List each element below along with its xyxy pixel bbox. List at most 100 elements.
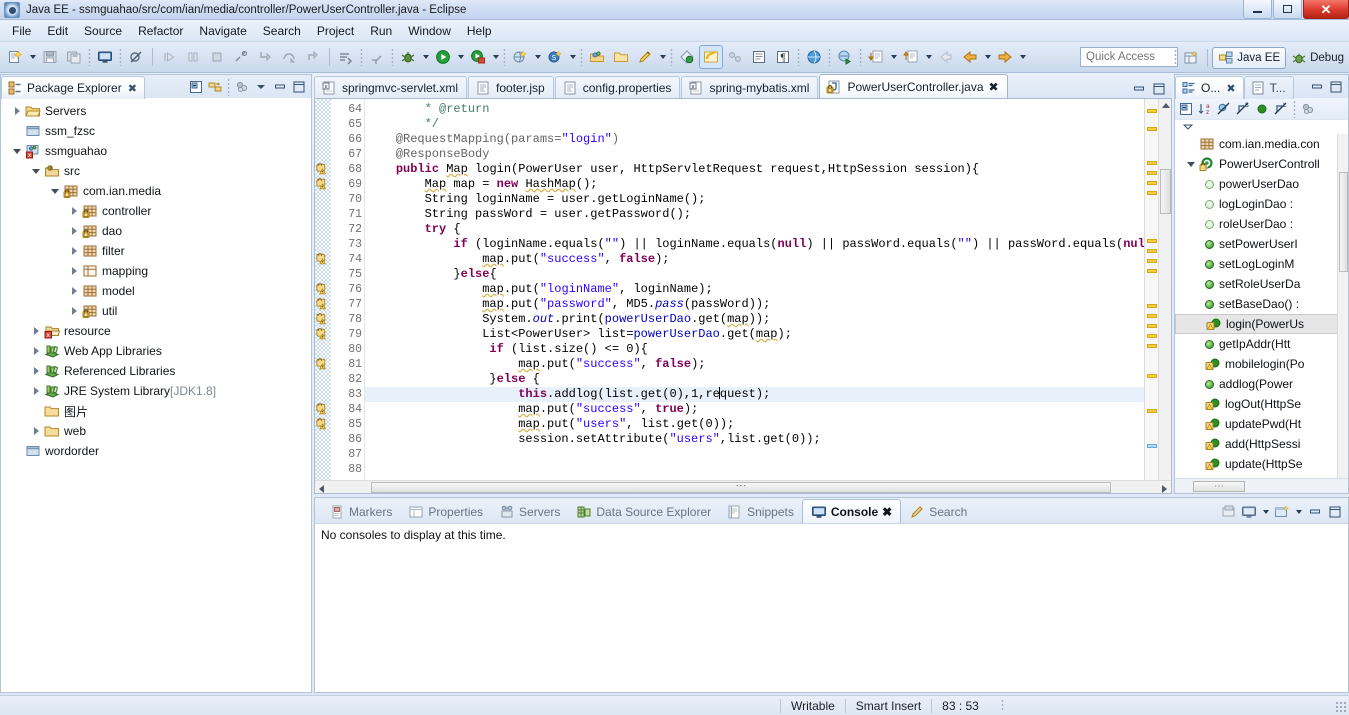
outline-item-loglogindao-[interactable]: logLoginDao : <box>1175 194 1348 214</box>
perspective-drag-handle[interactable] <box>1174 49 1177 67</box>
minimize-view-icon[interactable] <box>271 78 289 96</box>
disconnect-icon[interactable] <box>230 46 252 68</box>
outline-hscroll-thumb[interactable]: ⋯ <box>1193 481 1245 492</box>
outline-item-com-ian-media-con[interactable]: com.ian.media.con <box>1175 134 1348 154</box>
menu-item-project[interactable]: Project <box>309 22 362 40</box>
outline-sort-icon[interactable]: az <box>1196 100 1214 118</box>
outline-item-update-httpse[interactable]: update(HttpSe <box>1175 454 1348 474</box>
forward-dropdown-icon[interactable] <box>1017 46 1028 68</box>
menu-item-edit[interactable]: Edit <box>39 22 76 40</box>
package-explorer-item-web-app-libraries[interactable]: Web App Libraries <box>1 341 311 361</box>
outline-item-setroleuserda[interactable]: setRoleUserDa <box>1175 274 1348 294</box>
outline-item-add-httpsessi[interactable]: add(HttpSessi <box>1175 434 1348 454</box>
code-line[interactable]: List<PowerUser> list=powerUserDao.get(ma… <box>365 327 1171 342</box>
console-select-dropdown-icon[interactable] <box>1260 501 1271 523</box>
console-tab-close-icon[interactable]: ✖ <box>882 505 892 519</box>
tree-twisty-closed-icon[interactable] <box>66 303 82 319</box>
console-tab-properties[interactable]: Properties <box>400 500 491 523</box>
package-explorer-item-referenced-libraries[interactable]: Referenced Libraries <box>1 361 311 381</box>
outline-hide-static-icon[interactable]: S <box>1234 100 1252 118</box>
previous-annotation-icon[interactable] <box>366 46 388 68</box>
code-line[interactable]: }else { <box>365 372 1171 387</box>
tab-outline[interactable]: O... ✖ <box>1175 76 1244 99</box>
console-output[interactable]: No consoles to display at this time. <box>315 523 1348 692</box>
tree-twisty-closed-icon[interactable] <box>28 383 44 399</box>
run-on-server-icon[interactable] <box>834 46 856 68</box>
code-line[interactable]: map.put("success", false); <box>365 252 1171 267</box>
export-icon[interactable] <box>900 46 922 68</box>
toolbar-drag-handle-6[interactable] <box>580 48 583 66</box>
warning-marker-icon[interactable] <box>316 252 330 266</box>
warning-marker-icon[interactable] <box>316 327 330 341</box>
import-icon[interactable] <box>865 46 887 68</box>
open-perspective-icon[interactable] <box>1180 47 1202 69</box>
overview-ruler-mark[interactable] <box>1147 324 1157 328</box>
back-dropdown-icon[interactable] <box>982 46 993 68</box>
warning-marker-icon[interactable] <box>316 282 330 296</box>
editor-hscroll-thumb[interactable] <box>371 482 1111 493</box>
code-line[interactable]: * @return <box>365 102 1171 117</box>
overview-ruler-mark[interactable] <box>1147 444 1157 448</box>
warning-marker-icon[interactable] <box>316 357 330 371</box>
warning-marker-icon[interactable] <box>316 297 330 311</box>
menu-item-navigate[interactable]: Navigate <box>191 22 254 40</box>
step-over-icon[interactable] <box>278 46 300 68</box>
menu-item-file[interactable]: File <box>4 22 39 40</box>
next-annotation-icon[interactable] <box>335 46 357 68</box>
overview-ruler-mark[interactable] <box>1147 191 1157 195</box>
tree-twisty-closed-icon[interactable] <box>28 323 44 339</box>
code-line[interactable]: public Map login(PowerUser user, HttpSer… <box>365 162 1171 177</box>
outline-toolbar-drag-handle[interactable] <box>1293 100 1296 118</box>
warning-marker-icon[interactable] <box>316 162 330 176</box>
resume-icon[interactable] <box>158 46 180 68</box>
package-explorer-item-src[interactable]: src <box>1 161 311 181</box>
scroll-up-arrow-icon[interactable] <box>1162 103 1170 108</box>
tab-task-list[interactable]: T... <box>1244 76 1294 99</box>
code-line[interactable]: try { <box>365 222 1171 237</box>
new-console-dropdown-icon[interactable] <box>1293 501 1304 523</box>
outline-close-icon[interactable]: ✖ <box>1226 82 1235 95</box>
save-icon[interactable] <box>39 46 61 68</box>
overview-ruler-mark[interactable] <box>1147 314 1157 318</box>
new-class-dropdown-icon[interactable] <box>567 46 578 68</box>
editor-horizontal-scrollbar[interactable] <box>315 480 1171 493</box>
new-java-ee-project-icon[interactable] <box>509 46 531 68</box>
outline-hide-nonpublic-icon[interactable] <box>1253 100 1271 118</box>
editor-tab-powerusercontroller-java[interactable]: PowerUserController.java✖ <box>819 74 1007 98</box>
outline-item-roleuserdao-[interactable]: roleUserDao : <box>1175 214 1348 234</box>
outline-horizontal-scrollbar[interactable]: ⋯ <box>1175 478 1348 493</box>
minimize-button[interactable] <box>1243 0 1272 19</box>
debug-dropdown-icon[interactable] <box>420 46 431 68</box>
view-toolbar-drag-handle[interactable] <box>227 78 230 96</box>
code-line[interactable]: session.setAttribute("users",list.get(0)… <box>365 432 1171 447</box>
code-line[interactable]: map.put("password", MD5.pass(passWord)); <box>365 297 1171 312</box>
toolbar-drag-handle-2[interactable] <box>119 48 122 66</box>
open-console-view-icon[interactable] <box>1220 503 1238 521</box>
new-project-dropdown-icon[interactable] <box>532 46 543 68</box>
resize-grip[interactable] <box>1335 701 1347 713</box>
overview-ruler-mark[interactable] <box>1147 334 1157 338</box>
toolbar-drag-handle-4[interactable] <box>391 48 394 66</box>
perspective-java-ee[interactable]: Java EE <box>1212 47 1286 69</box>
editor-marker-gutter[interactable] <box>315 99 331 493</box>
code-line[interactable]: this.addlog(list.get(0),1,request); <box>365 387 1171 402</box>
menu-item-window[interactable]: Window <box>400 22 459 40</box>
outline-item-login-powerus[interactable]: login(PowerUs <box>1175 314 1348 334</box>
code-line[interactable]: map.put("success", true); <box>365 402 1171 417</box>
outline-item-updatepwd-ht[interactable]: updatePwd(Ht <box>1175 414 1348 434</box>
annotation-dropdown-icon[interactable] <box>657 46 668 68</box>
scroll-left-arrow-icon[interactable] <box>319 485 324 493</box>
console-tab-console[interactable]: Console✖ <box>802 499 901 523</box>
package-explorer-item-com-ian-media[interactable]: com.ian.media <box>1 181 311 201</box>
code-line[interactable]: @ResponseBody <box>365 147 1171 162</box>
editor-minimize-icon[interactable] <box>1130 80 1148 98</box>
code-line[interactable] <box>365 447 1171 462</box>
tree-twisty-closed-icon[interactable] <box>66 283 82 299</box>
tree-twisty-closed-icon[interactable] <box>28 363 44 379</box>
package-explorer-item-dao[interactable]: dao <box>1 221 311 241</box>
console-tab-data-source-explorer[interactable]: Data Source Explorer <box>568 500 719 523</box>
scroll-right-arrow-icon[interactable] <box>1162 485 1167 493</box>
outline-item-poweruserdao[interactable]: powerUserDao <box>1175 174 1348 194</box>
open-browser-icon[interactable] <box>803 46 825 68</box>
show-whitespace-icon[interactable] <box>748 46 770 68</box>
